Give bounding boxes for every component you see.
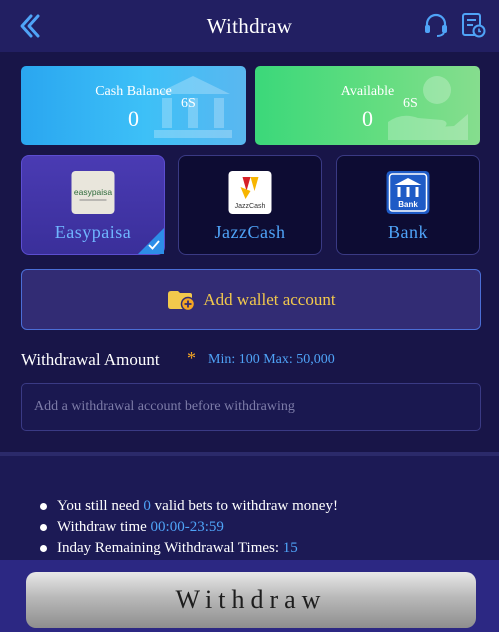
footer-bar: Withdraw bbox=[0, 560, 499, 632]
customer-support-icon[interactable] bbox=[422, 11, 450, 39]
cash-balance-label: Cash Balance bbox=[95, 84, 172, 99]
amount-range: Min: 100 Max: 50,000 bbox=[208, 352, 335, 367]
method-name-jazzcash: JazzCash bbox=[214, 222, 286, 242]
easypaisa-logo-icon: easypaisa bbox=[71, 171, 115, 214]
bank-logo-icon: Bank bbox=[386, 171, 430, 214]
note-remaining-times: Inday Remaining Withdrawal Times: 15 bbox=[40, 540, 338, 561]
note-withdraw-time: Withdraw time 00:00-23:59 bbox=[40, 519, 338, 540]
withdraw-notes: You still need 0 valid bets to withdraw … bbox=[40, 498, 338, 561]
withdraw-button[interactable]: Withdraw bbox=[26, 572, 476, 628]
available-balance-value: 0 bbox=[362, 106, 373, 131]
svg-text:easypaisa: easypaisa bbox=[74, 187, 113, 197]
available-balance-label: Available bbox=[340, 84, 395, 99]
page-title: Withdraw bbox=[206, 13, 293, 38]
wallet-add-icon bbox=[168, 290, 196, 311]
method-easypaisa[interactable]: easypaisa Easypaisa bbox=[21, 155, 165, 255]
cash-refresh-countdown[interactable]: 6S bbox=[181, 96, 196, 112]
withdrawal-amount-title: Withdrawal Amount bbox=[21, 350, 160, 369]
remaining-times-count: 15 bbox=[282, 540, 298, 556]
back-arrow-icon[interactable] bbox=[14, 11, 44, 41]
method-jazzcash[interactable]: JazzCash JazzCash bbox=[178, 155, 322, 255]
add-wallet-label: Add wallet account bbox=[203, 289, 336, 309]
method-bank[interactable]: Bank Bank bbox=[336, 155, 480, 255]
withdraw-history-icon[interactable] bbox=[459, 11, 487, 39]
cash-balance-card: Cash Balance 0 6S bbox=[21, 66, 246, 145]
available-refresh-countdown[interactable]: 6S bbox=[403, 96, 418, 112]
section-divider bbox=[0, 452, 499, 456]
withdraw-content: Cash Balance 0 6S Available 0 6S easypai… bbox=[0, 52, 499, 452]
svg-text:Bank: Bank bbox=[398, 200, 418, 209]
required-mark: * bbox=[187, 348, 196, 368]
valid-bets-count: 0 bbox=[143, 498, 151, 514]
cash-balance-value: 0 bbox=[128, 106, 139, 131]
jazzcash-logo-icon: JazzCash bbox=[228, 171, 272, 214]
method-name-bank: Bank bbox=[388, 222, 428, 242]
withdraw-time-range: 00:00-23:59 bbox=[150, 519, 224, 535]
svg-text:JazzCash: JazzCash bbox=[235, 203, 266, 210]
note-valid-bets: You still need 0 valid bets to withdraw … bbox=[40, 498, 338, 519]
withdrawal-amount-input[interactable] bbox=[21, 383, 481, 431]
available-balance-card: Available 0 6S bbox=[255, 66, 480, 145]
header-bar: Withdraw bbox=[0, 0, 499, 52]
checkmark-icon bbox=[148, 240, 160, 250]
add-wallet-button[interactable]: Add wallet account bbox=[21, 269, 481, 330]
